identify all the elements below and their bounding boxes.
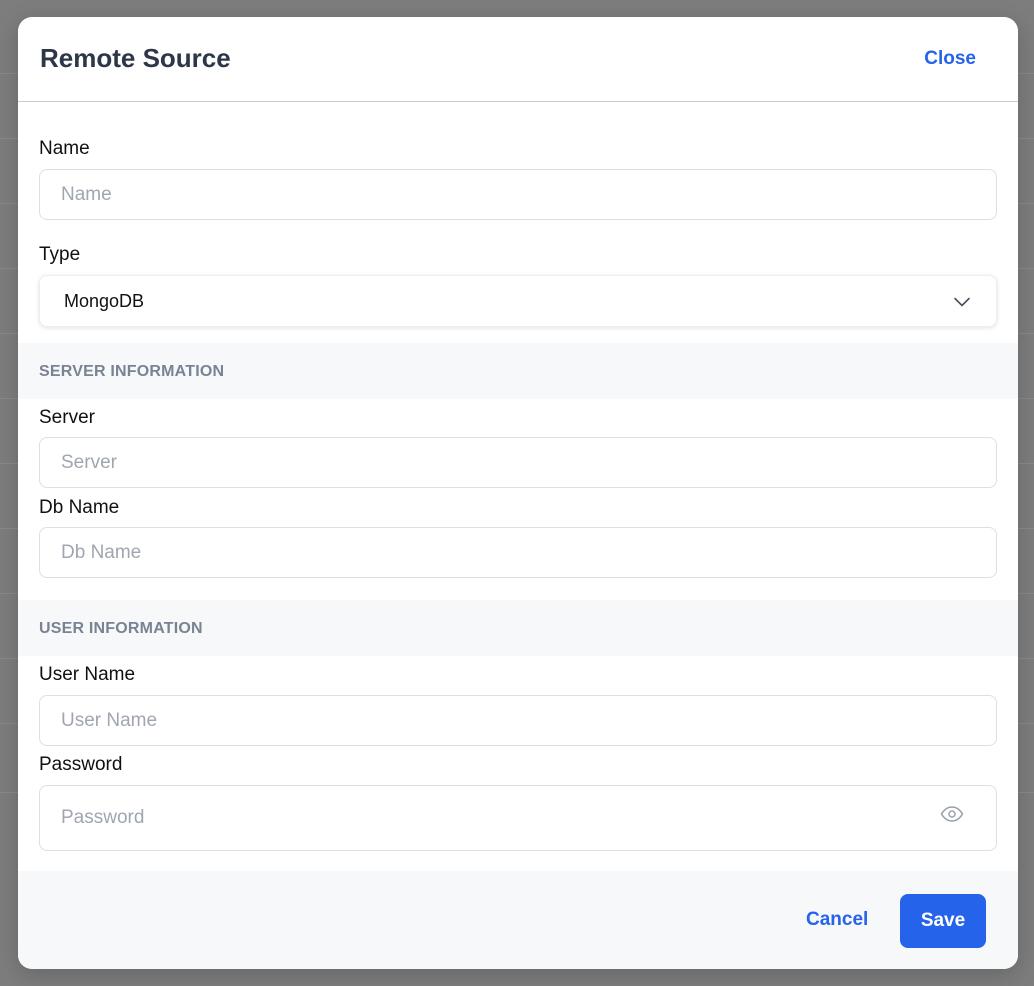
db-name-input[interactable] xyxy=(39,527,997,578)
user-name-input[interactable] xyxy=(39,695,997,746)
password-input[interactable] xyxy=(39,785,997,851)
section-title: USER INFORMATION xyxy=(39,620,203,637)
db-name-label: Db Name xyxy=(39,497,120,518)
type-select-value: MongoDB xyxy=(64,291,145,311)
name-label: Name xyxy=(39,138,90,159)
server-information-section: SERVER INFORMATION xyxy=(18,343,1018,399)
type-label: Type xyxy=(39,244,81,265)
server-input[interactable] xyxy=(39,437,997,488)
modal-header: Remote Source Close xyxy=(18,17,1018,102)
save-button[interactable]: Save xyxy=(900,894,986,948)
modal-title: Remote Source xyxy=(40,43,231,73)
password-label: Password xyxy=(39,754,123,775)
modal-footer: Cancel Save xyxy=(18,871,1018,969)
close-button[interactable]: Close xyxy=(924,48,976,70)
section-title: SERVER INFORMATION xyxy=(39,363,225,380)
name-input[interactable] xyxy=(39,169,997,220)
cancel-button[interactable]: Cancel xyxy=(806,909,868,931)
user-information-section: USER INFORMATION xyxy=(18,600,1018,656)
chevron-down-icon xyxy=(954,294,970,312)
eye-icon[interactable] xyxy=(940,806,964,827)
remote-source-modal: Remote Source Close Name Type MongoDB SE… xyxy=(18,17,1018,969)
type-select[interactable]: MongoDB xyxy=(39,275,997,327)
server-label: Server xyxy=(39,407,95,428)
user-name-label: User Name xyxy=(39,664,136,685)
